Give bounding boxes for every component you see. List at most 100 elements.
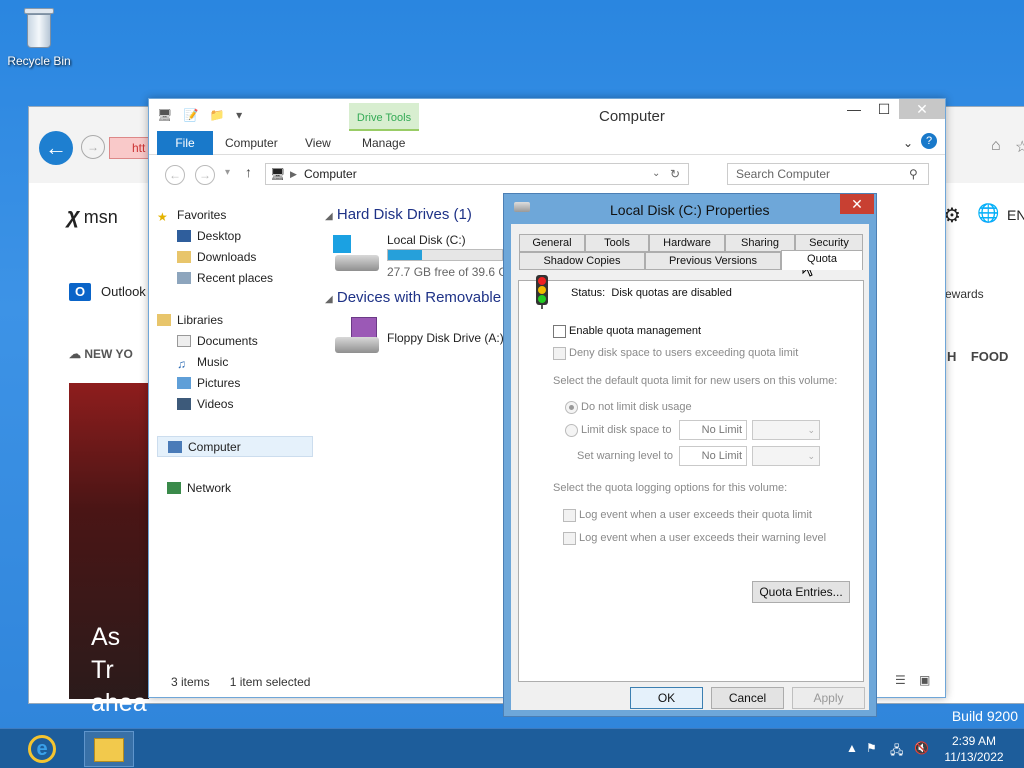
limit-value-field[interactable]: No Limit <box>679 420 747 440</box>
local-disk-label[interactable]: Local Disk (C:) <box>387 233 466 247</box>
cancel-button[interactable]: Cancel <box>711 687 784 709</box>
hero-image[interactable]: As Tr ahea <box>69 383 149 717</box>
recycle-bin-shortcut[interactable]: Recycle Bin <box>6 6 72 68</box>
nav-food[interactable]: H FOOD <box>947 349 1008 364</box>
recent-locations-icon[interactable]: ▾ <box>225 167 230 178</box>
documents-icon <box>177 335 191 347</box>
tree-desktop[interactable]: Desktop <box>157 226 317 247</box>
hard-disk-group-header[interactable]: ◢ Hard Disk Drives (1) <box>325 206 472 223</box>
log-quota-checkbox[interactable] <box>563 509 576 522</box>
ribbon-tabs: File Computer View Manage ⌄ ? <box>149 131 945 155</box>
tab-quota[interactable]: Quota <box>781 250 863 270</box>
computer-icon: 🖥 <box>157 108 177 122</box>
enable-quota-checkbox[interactable] <box>553 325 566 338</box>
deny-space-checkbox[interactable] <box>553 347 566 360</box>
rewards-link[interactable]: ewards <box>945 287 984 301</box>
internet-explorer-taskbar-button[interactable]: e <box>20 731 64 767</box>
maximize-button[interactable]: ☐ <box>869 99 899 119</box>
tab-view[interactable]: View <box>305 136 331 150</box>
tab-file[interactable]: File <box>157 131 213 155</box>
explorer-titlebar[interactable]: 🖥 📝 📁 ▾ Drive Tools Computer — ☐ ✕ <box>149 99 945 131</box>
help-icon[interactable]: ? <box>921 133 937 149</box>
tree-music[interactable]: ♫ Music <box>157 352 317 373</box>
globe-icon[interactable]: 🌐 <box>977 203 999 224</box>
removable-group-header[interactable]: ◢ Devices with Removable <box>325 289 501 306</box>
home-icon[interactable]: ⌂ <box>991 137 1001 155</box>
no-limit-radio[interactable] <box>565 401 578 414</box>
outlook-link[interactable]: O Outlook <box>69 283 146 301</box>
tree-libraries[interactable]: Libraries <box>157 310 317 331</box>
tree-videos[interactable]: Videos <box>157 394 317 415</box>
search-input[interactable]: Search Computer <box>727 163 929 185</box>
internet-explorer-icon: e <box>28 735 56 763</box>
computer-icon: 🖥 <box>270 167 286 181</box>
browser-address-bar[interactable]: htt <box>109 137 149 159</box>
show-hidden-icons[interactable]: ▲ <box>846 741 858 755</box>
computer-icon <box>168 441 182 453</box>
back-arrow-icon[interactable]: ← <box>39 131 73 165</box>
limit-disk-label: Limit disk space to <box>581 424 672 436</box>
system-clock[interactable]: 2:39 AM 11/13/2022 <box>944 733 1004 765</box>
tab-manage[interactable]: Manage <box>362 136 405 150</box>
up-arrow-icon[interactable]: ↑ <box>245 164 252 180</box>
hero-headline: As Tr ahea <box>91 623 147 717</box>
limit-disk-radio[interactable] <box>565 424 578 437</box>
taskbar: e ▲ ⚑ 🖧 🔇 2:39 AM 11/13/2022 <box>0 728 1024 768</box>
volume-muted-icon[interactable]: 🔇 <box>914 741 929 755</box>
search-icon: ⚲ <box>909 167 918 181</box>
address-text: Computer <box>304 167 357 181</box>
details-view-icon[interactable]: ☰ <box>895 673 906 687</box>
pictures-icon <box>177 377 191 389</box>
msn-logo[interactable]: χ msn <box>67 203 118 229</box>
favorites-star-icon[interactable]: ☆ <box>1015 137 1024 157</box>
star-icon: ★ <box>157 210 168 224</box>
tree-favorites[interactable]: ★ Favorites <box>157 205 317 226</box>
large-icons-view-icon[interactable]: ▣ <box>919 673 930 687</box>
music-icon: ♫ <box>177 357 186 371</box>
address-dropdown-icon[interactable]: ⌄ <box>652 164 660 184</box>
address-bar[interactable]: 🖥 ▶ Computer ⌄ ↻ <box>265 163 689 185</box>
tab-computer[interactable]: Computer <box>225 136 278 150</box>
drive-icon <box>514 202 530 212</box>
ribbon-expand-chevron-icon[interactable]: ⌄ <box>903 136 913 150</box>
back-nav-icon[interactable]: ← <box>165 165 185 185</box>
navigation-pane: ★ Favorites Desktop Downloads Recent plac… <box>157 205 317 499</box>
minimize-button[interactable]: — <box>839 99 869 119</box>
ok-button[interactable]: OK <box>630 687 703 709</box>
tab-hardware[interactable]: Hardware <box>649 234 725 252</box>
quick-access-toolbar[interactable]: 🖥 📝 📁 ▾ <box>157 108 246 122</box>
tree-computer[interactable]: Computer <box>157 436 313 457</box>
language-label[interactable]: EN <box>1007 207 1024 223</box>
tab-shadow-copies[interactable]: Shadow Copies <box>519 252 645 270</box>
network-icon[interactable]: 🖧 <box>890 741 903 762</box>
properties-icon: 📝 <box>183 108 203 122</box>
tree-downloads[interactable]: Downloads <box>157 247 317 268</box>
close-button[interactable]: ✕ <box>899 99 945 119</box>
apply-button[interactable]: Apply <box>792 687 865 709</box>
floppy-disk-icon <box>333 317 381 359</box>
log-warning-checkbox[interactable] <box>563 532 576 545</box>
dialog-close-button[interactable]: ✕ <box>840 194 874 214</box>
drive-tools-tab[interactable]: Drive Tools <box>349 103 419 131</box>
quota-entries-button[interactable]: Quota Entries... <box>752 581 850 603</box>
tree-network[interactable]: Network <box>157 478 317 499</box>
default-limit-heading: Select the default quota limit for new u… <box>553 375 838 387</box>
tab-general[interactable]: General <box>519 234 585 252</box>
libraries-icon <box>157 314 171 326</box>
warning-value-field[interactable]: No Limit <box>679 446 747 466</box>
warning-unit-dropdown[interactable]: ⌄ <box>752 446 820 466</box>
forward-arrow-icon[interactable]: → <box>81 135 105 159</box>
tree-documents[interactable]: Documents <box>157 331 317 352</box>
chevron-down-icon: ⌄ <box>807 451 815 461</box>
navigation-bar: ← → ▾ ↑ 🖥 ▶ Computer ⌄ ↻ Search Computer… <box>149 159 945 189</box>
action-center-flag-icon[interactable]: ⚑ <box>866 741 877 755</box>
forward-nav-icon[interactable]: → <box>195 165 215 185</box>
tab-tools[interactable]: Tools <box>585 234 649 252</box>
tree-recent[interactable]: Recent places <box>157 268 317 289</box>
tree-pictures[interactable]: Pictures <box>157 373 317 394</box>
tab-previous-versions[interactable]: Previous Versions <box>645 252 781 270</box>
floppy-disk-label[interactable]: Floppy Disk Drive (A:) <box>387 331 504 345</box>
refresh-icon[interactable]: ↻ <box>670 164 680 184</box>
file-explorer-taskbar-button[interactable] <box>84 731 134 767</box>
limit-unit-dropdown[interactable]: ⌄ <box>752 420 820 440</box>
